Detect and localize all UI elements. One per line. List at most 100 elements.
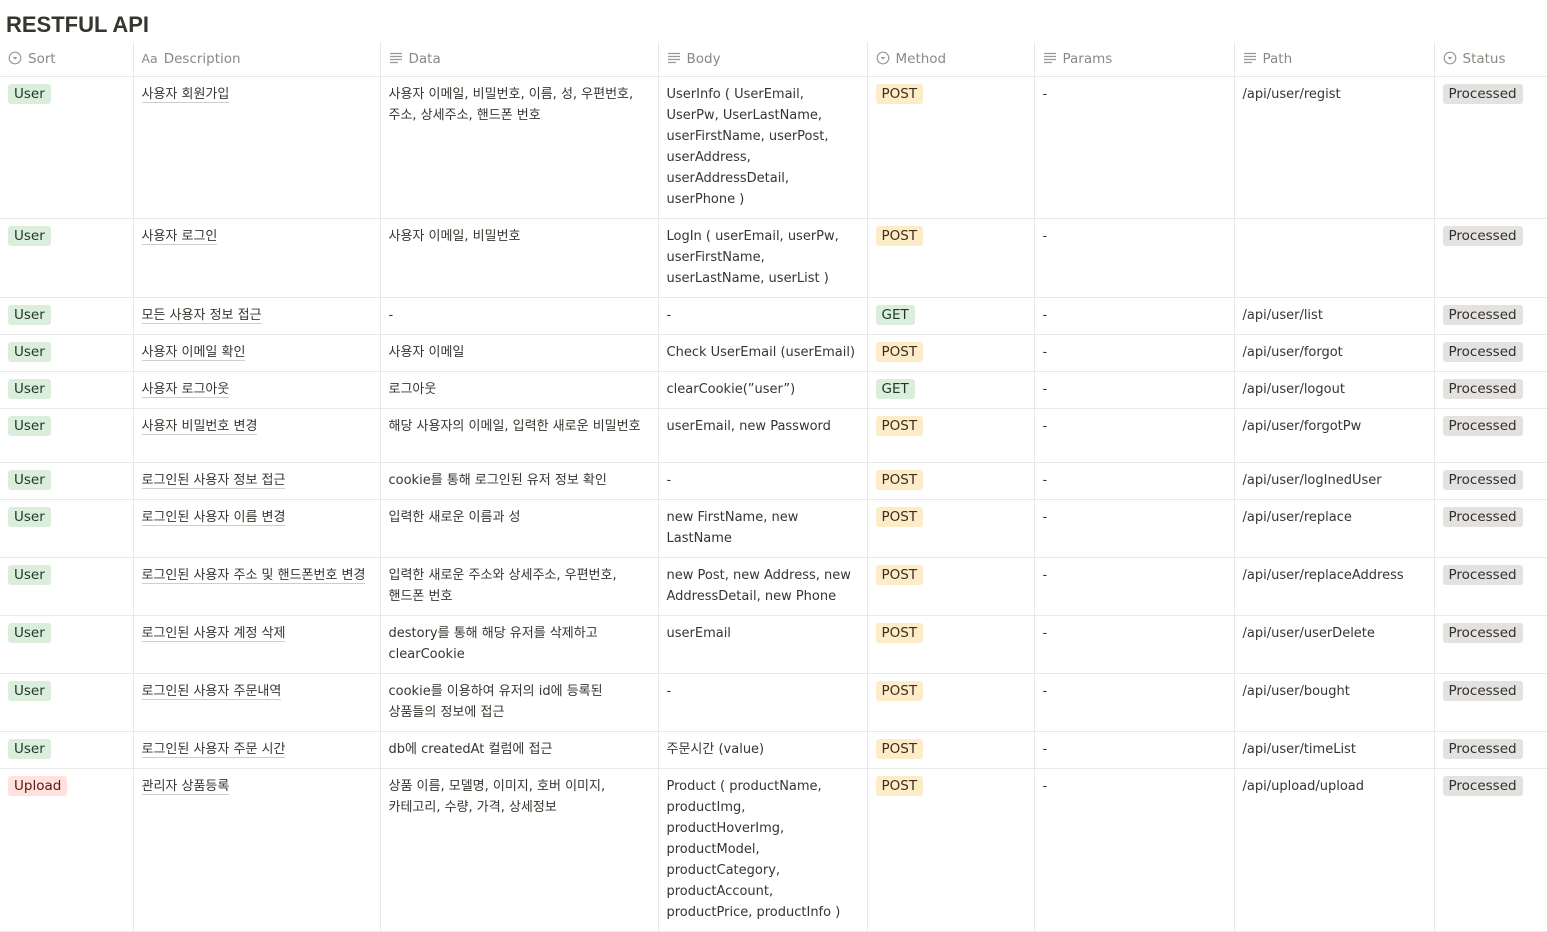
column-header-path[interactable]: Path: [1234, 42, 1435, 77]
cell-method[interactable]: POST: [867, 768, 1035, 932]
cell-description[interactable]: 로그인된 사용자 계정 삭제: [133, 615, 381, 674]
cell-params[interactable]: -: [1034, 76, 1235, 219]
cell-path[interactable]: /api/user/logInedUser: [1234, 462, 1435, 500]
cell-params[interactable]: -: [1034, 673, 1235, 732]
cell-params[interactable]: -: [1034, 218, 1235, 298]
column-header-body[interactable]: Body: [658, 42, 868, 77]
table-row[interactable]: User 로그인된 사용자 주문내역 cookie를 이용하여 유저의 id에 등록…: [0, 673, 1547, 732]
cell-params[interactable]: -: [1034, 297, 1235, 335]
cell-body[interactable]: -: [658, 673, 868, 732]
column-header-description[interactable]: Aa Description: [133, 42, 381, 77]
cell-path[interactable]: /api/user/timeList: [1234, 731, 1435, 769]
cell-method[interactable]: POST: [867, 218, 1035, 298]
cell-sort[interactable]: User: [0, 76, 134, 219]
cell-data[interactable]: cookie를 통해 로그인된 유저 정보 확인: [380, 462, 659, 500]
table-row[interactable]: Upload 관리자 상품등록 상품 이름, 모델명, 이미지, 호버 이미지, 카…: [0, 768, 1547, 932]
row-title-link[interactable]: 사용자 이메일 확인: [141, 345, 246, 361]
column-header-data[interactable]: Data: [380, 42, 659, 77]
cell-path[interactable]: /api/user/regist: [1234, 76, 1435, 219]
cell-status[interactable]: Processed: [1434, 615, 1547, 674]
cell-status[interactable]: Processed: [1434, 76, 1547, 219]
cell-status[interactable]: Processed: [1434, 334, 1547, 372]
cell-data[interactable]: 사용자 이메일: [380, 334, 659, 372]
cell-data[interactable]: 입력한 새로운 주소와 상세주소, 우편번호, 핸드폰 번호: [380, 557, 659, 616]
cell-sort[interactable]: User: [0, 557, 134, 616]
table-row[interactable]: User 로그인된 사용자 주소 및 핸드폰번호 변경 입력한 새로운 주소와 상세…: [0, 557, 1547, 616]
cell-description[interactable]: 사용자 회원가입: [133, 76, 381, 219]
cell-path[interactable]: /api/user/replaceAddress: [1234, 557, 1435, 616]
table-row[interactable]: User 로그인된 사용자 이름 변경 입력한 새로운 이름과 성 new First…: [0, 499, 1547, 558]
cell-sort[interactable]: Upload: [0, 768, 134, 932]
cell-status[interactable]: Processed: [1434, 731, 1547, 769]
row-title-link[interactable]: 관리자 상품등록: [141, 779, 230, 795]
cell-data[interactable]: destory를 통해 해당 유저를 삭제하고 clearCookie: [380, 615, 659, 674]
cell-body[interactable]: userEmail, new Password: [658, 408, 868, 463]
cell-description[interactable]: 로그인된 사용자 이름 변경: [133, 499, 381, 558]
cell-description[interactable]: 모든 사용자 정보 접근: [133, 297, 381, 335]
table-row[interactable]: User 사용자 회원가입 사용자 이메일, 비밀번호, 이름, 성, 우편번호, …: [0, 76, 1547, 219]
cell-path[interactable]: /api/user/list: [1234, 297, 1435, 335]
cell-body[interactable]: LogIn ( userEmail, userPw, userFirstName…: [658, 218, 868, 298]
cell-params[interactable]: -: [1034, 768, 1235, 932]
row-title-link[interactable]: 로그인된 사용자 주소 및 핸드폰번호 변경: [141, 568, 366, 584]
cell-path[interactable]: [1234, 218, 1435, 298]
cell-description[interactable]: 로그인된 사용자 주소 및 핸드폰번호 변경: [133, 557, 381, 616]
cell-description[interactable]: 사용자 이메일 확인: [133, 334, 381, 372]
cell-description[interactable]: 로그인된 사용자 주문내역: [133, 673, 381, 732]
cell-sort[interactable]: User: [0, 334, 134, 372]
cell-status[interactable]: Processed: [1434, 557, 1547, 616]
cell-body[interactable]: -: [658, 297, 868, 335]
cell-body[interactable]: new Post, new Address, new AddressDetail…: [658, 557, 868, 616]
cell-status[interactable]: Processed: [1434, 462, 1547, 500]
cell-method[interactable]: GET: [867, 297, 1035, 335]
cell-method[interactable]: POST: [867, 499, 1035, 558]
column-header-params[interactable]: Params: [1034, 42, 1235, 77]
cell-data[interactable]: 입력한 새로운 이름과 성: [380, 499, 659, 558]
row-title-link[interactable]: 로그인된 사용자 주문 시간: [141, 742, 286, 758]
row-title-link[interactable]: 사용자 회원가입: [141, 87, 230, 103]
cell-method[interactable]: POST: [867, 673, 1035, 732]
row-title-link[interactable]: 로그인된 사용자 계정 삭제: [141, 626, 286, 642]
cell-body[interactable]: Check UserEmail (userEmail): [658, 334, 868, 372]
cell-sort[interactable]: User: [0, 462, 134, 500]
cell-description[interactable]: 사용자 비밀번호 변경: [133, 408, 381, 463]
cell-params[interactable]: -: [1034, 408, 1235, 463]
cell-description[interactable]: 사용자 로그아웃: [133, 371, 381, 409]
cell-data[interactable]: cookie를 이용하여 유저의 id에 등록된 상품들의 정보에 접근: [380, 673, 659, 732]
cell-status[interactable]: Processed: [1434, 408, 1547, 463]
table-row[interactable]: User 사용자 이메일 확인 사용자 이메일 Check UserEmail (us…: [0, 334, 1547, 372]
row-title-link[interactable]: 사용자 로그인: [141, 229, 218, 245]
cell-path[interactable]: /api/user/bought: [1234, 673, 1435, 732]
cell-params[interactable]: -: [1034, 334, 1235, 372]
cell-description[interactable]: 로그인된 사용자 주문 시간: [133, 731, 381, 769]
cell-method[interactable]: GET: [867, 371, 1035, 409]
cell-description[interactable]: 관리자 상품등록: [133, 768, 381, 932]
cell-body[interactable]: new FirstName, new LastName: [658, 499, 868, 558]
cell-method[interactable]: POST: [867, 557, 1035, 616]
column-header-method[interactable]: Method: [867, 42, 1035, 77]
cell-sort[interactable]: User: [0, 218, 134, 298]
cell-params[interactable]: -: [1034, 499, 1235, 558]
cell-params[interactable]: -: [1034, 731, 1235, 769]
cell-params[interactable]: -: [1034, 615, 1235, 674]
cell-path[interactable]: /api/user/logout: [1234, 371, 1435, 409]
cell-params[interactable]: -: [1034, 371, 1235, 409]
cell-description[interactable]: 사용자 로그인: [133, 218, 381, 298]
cell-status[interactable]: Processed: [1434, 768, 1547, 932]
cell-sort[interactable]: User: [0, 297, 134, 335]
cell-params[interactable]: -: [1034, 557, 1235, 616]
cell-status[interactable]: Processed: [1434, 371, 1547, 409]
cell-description[interactable]: 로그인된 사용자 정보 접근: [133, 462, 381, 500]
row-title-link[interactable]: 로그인된 사용자 이름 변경: [141, 510, 286, 526]
cell-method[interactable]: POST: [867, 615, 1035, 674]
cell-path[interactable]: /api/user/forgot: [1234, 334, 1435, 372]
cell-status[interactable]: Processed: [1434, 218, 1547, 298]
cell-sort[interactable]: User: [0, 673, 134, 732]
table-row[interactable]: User 사용자 로그인 사용자 이메일, 비밀번호 LogIn ( userEmai…: [0, 218, 1547, 298]
cell-data[interactable]: 사용자 이메일, 비밀번호, 이름, 성, 우편번호, 주소, 상세주소, 핸드…: [380, 76, 659, 219]
table-row[interactable]: User 사용자 로그아웃 로그아웃 clearCookie(”user”) GET - /…: [0, 371, 1547, 409]
cell-path[interactable]: /api/user/userDelete: [1234, 615, 1435, 674]
cell-data[interactable]: 사용자 이메일, 비밀번호: [380, 218, 659, 298]
column-header-sort[interactable]: Sort: [0, 42, 134, 77]
cell-sort[interactable]: User: [0, 371, 134, 409]
